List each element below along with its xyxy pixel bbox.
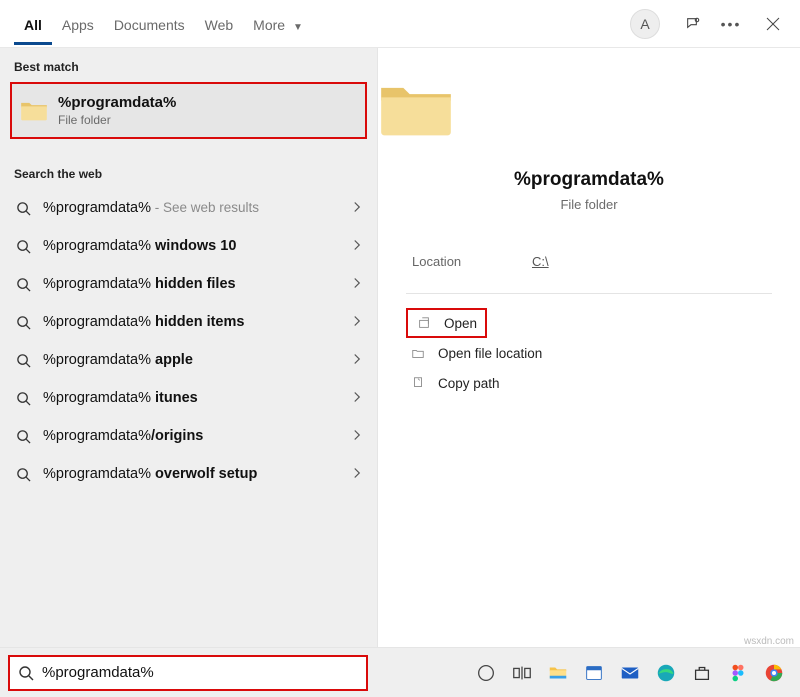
action-open-label: Open [444, 316, 477, 331]
search-web-label: Search the web [0, 155, 377, 189]
action-open[interactable]: Open [406, 308, 487, 338]
best-match-label: Best match [0, 48, 377, 82]
chevron-right-icon [353, 466, 363, 482]
chevron-down-icon: ▼ [293, 22, 303, 33]
more-options-icon[interactable]: ••• [718, 16, 744, 32]
chevron-right-icon [353, 238, 363, 254]
preview-actions: Open Open file location Copy path [378, 308, 800, 398]
tab-web[interactable]: Web [195, 3, 244, 45]
search-input-value: %programdata% [42, 664, 154, 681]
tab-apps[interactable]: Apps [52, 3, 104, 45]
folder-open-icon [406, 346, 430, 360]
divider [406, 293, 772, 294]
app-icon-blue[interactable] [579, 658, 609, 688]
best-match-subtitle: File folder [58, 113, 176, 127]
web-result-text: %programdata% - See web results [43, 200, 353, 216]
web-result-item[interactable]: %programdata% hidden files [0, 265, 377, 303]
action-copy-path-label: Copy path [438, 376, 500, 391]
web-result-item[interactable]: %programdata% windows 10 [0, 227, 377, 265]
copy-icon [406, 376, 430, 390]
preview-title: %programdata% [378, 169, 800, 191]
action-copy-path[interactable]: Copy path [406, 368, 772, 398]
web-result-text: %programdata% apple [43, 352, 353, 368]
open-icon [412, 316, 436, 330]
search-icon [16, 239, 31, 254]
results-panel: Best match %programdata% File folder Sea… [0, 48, 378, 647]
chrome-icon[interactable] [759, 658, 789, 688]
search-icon [16, 201, 31, 216]
search-icon [16, 429, 31, 444]
search-input[interactable]: %programdata% [8, 655, 368, 691]
user-avatar[interactable]: A [630, 9, 660, 39]
taskbar: %programdata% [0, 647, 800, 697]
chevron-right-icon [353, 428, 363, 444]
chevron-right-icon [353, 200, 363, 216]
feedback-icon[interactable] [680, 16, 706, 32]
figma-icon[interactable] [723, 658, 753, 688]
edge-icon[interactable] [651, 658, 681, 688]
web-result-item[interactable]: %programdata% apple [0, 341, 377, 379]
web-result-text: %programdata% overwolf setup [43, 466, 353, 482]
close-icon[interactable] [760, 16, 786, 32]
preview-subtitle: File folder [378, 197, 800, 212]
preview-panel: %programdata% File folder Location C:\ O… [378, 48, 800, 647]
action-open-file-location[interactable]: Open file location [406, 338, 772, 368]
location-label: Location [412, 254, 532, 269]
web-results-list: %programdata% - See web results %programd… [0, 189, 377, 493]
web-result-text: %programdata% itunes [43, 390, 353, 406]
tab-more[interactable]: More ▼ [243, 3, 313, 45]
action-open-location-label: Open file location [438, 346, 542, 361]
web-result-text: %programdata%/origins [43, 428, 353, 444]
cortana-icon[interactable] [471, 658, 501, 688]
web-result-item[interactable]: %programdata% - See web results [0, 189, 377, 227]
file-explorer-icon[interactable] [543, 658, 573, 688]
chevron-right-icon [353, 352, 363, 368]
folder-icon [20, 98, 48, 124]
tab-all[interactable]: All [14, 3, 52, 45]
preview-location-row: Location C:\ [378, 254, 800, 269]
web-result-text: %programdata% windows 10 [43, 238, 353, 254]
web-result-item[interactable]: %programdata% itunes [0, 379, 377, 417]
folder-icon-large [378, 72, 454, 148]
search-icon [16, 353, 31, 368]
web-result-item[interactable]: %programdata%/origins [0, 417, 377, 455]
mail-icon[interactable] [615, 658, 645, 688]
web-result-item[interactable]: %programdata% hidden items [0, 303, 377, 341]
best-match-item[interactable]: %programdata% File folder [10, 82, 367, 139]
location-value[interactable]: C:\ [532, 254, 549, 269]
search-icon [18, 665, 34, 681]
top-tab-bar: All Apps Documents Web More ▼ A ••• [0, 0, 800, 48]
tab-more-label: More [253, 17, 285, 33]
best-match-title: %programdata% [58, 94, 176, 111]
search-window: All Apps Documents Web More ▼ A ••• Best… [0, 0, 800, 697]
search-icon [16, 391, 31, 406]
tab-documents[interactable]: Documents [104, 3, 195, 45]
search-icon [16, 315, 31, 330]
search-icon [16, 467, 31, 482]
task-view-icon[interactable] [507, 658, 537, 688]
chevron-right-icon [353, 314, 363, 330]
watermark: wsxdn.com [744, 636, 794, 647]
web-result-text: %programdata% hidden items [43, 314, 353, 330]
web-result-text: %programdata% hidden files [43, 276, 353, 292]
store-icon[interactable] [687, 658, 717, 688]
search-icon [16, 277, 31, 292]
main-area: Best match %programdata% File folder Sea… [0, 48, 800, 647]
web-result-item[interactable]: %programdata% overwolf setup [0, 455, 377, 493]
chevron-right-icon [353, 390, 363, 406]
chevron-right-icon [353, 276, 363, 292]
